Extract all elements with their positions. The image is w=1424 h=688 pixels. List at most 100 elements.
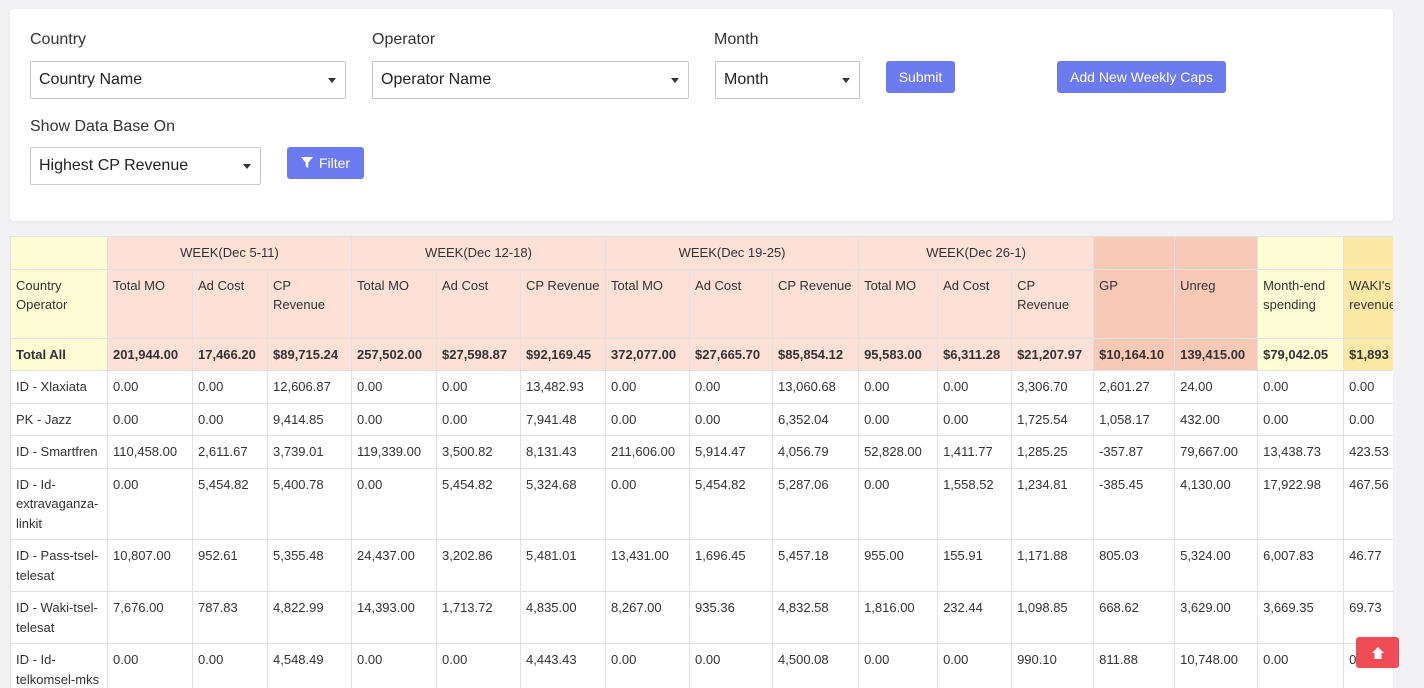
- col-header: CP Revenue: [267, 268, 352, 339]
- table-cell: 0.00: [605, 467, 691, 540]
- table-cell: 0.00: [1343, 402, 1393, 436]
- add-weekly-caps-button[interactable]: Add New Weekly Caps: [1057, 61, 1226, 93]
- col-header: Ad Cost: [689, 268, 774, 339]
- table-cell: 1,558.52: [937, 467, 1013, 540]
- table-cell: 4,822.99: [267, 591, 352, 644]
- spend-header-top: [1257, 236, 1345, 270]
- table-cell: 232.44: [937, 591, 1013, 644]
- table-cell: 5,324.68: [519, 467, 607, 540]
- total-cell: 17,466.20: [192, 337, 268, 371]
- row-label-cell: ID - Waki-tsel-telesat: [10, 591, 108, 644]
- table-cell: 1,285.25: [1011, 435, 1095, 469]
- table-cell: 1,696.45: [689, 539, 774, 592]
- show-data-select[interactable]: Highest CP Revenue: [30, 147, 261, 185]
- total-cell: 257,502.00: [351, 337, 437, 371]
- total-cell: Total All: [10, 337, 108, 371]
- table-row: ID - Xlaxiata 0.00 0.00 12,606.87 0.00 0.00 13…: [10, 370, 1393, 404]
- table-cell: 4,548.49: [267, 643, 352, 688]
- table-cell: 8,267.00: [605, 591, 691, 644]
- operator-select[interactable]: Operator Name: [372, 61, 689, 99]
- table-cell: 0.00: [689, 643, 774, 688]
- country-select-value: Country Name: [39, 71, 143, 88]
- total-cell: 201,944.00: [107, 337, 193, 371]
- table-cell: 13,060.68: [772, 370, 860, 404]
- table-cell: 668.62: [1093, 591, 1176, 644]
- submit-button[interactable]: Submit: [886, 61, 955, 93]
- table-cell: 990.10: [1011, 643, 1095, 688]
- table-cell: 0.00: [689, 370, 774, 404]
- week-header-2: WEEK(Dec 12-18): [350, 236, 607, 270]
- table-cell: 0.00: [1257, 370, 1345, 404]
- col-header: Ad Cost: [192, 268, 268, 339]
- table-cell: 0.00: [605, 643, 691, 688]
- scroll-to-top-button[interactable]: [1356, 637, 1399, 668]
- month-select[interactable]: Month: [715, 61, 860, 99]
- table-cell: 4,130.00: [1174, 467, 1259, 540]
- table-cell: 7,941.48: [519, 402, 607, 436]
- month-select-value: Month: [724, 71, 769, 88]
- table-row: ID - Id-extravaganza-linkit 0.00 5,454.82 5…: [10, 467, 1393, 540]
- col-header: CP Revenue: [772, 268, 860, 339]
- unreg-header-top: [1174, 236, 1259, 270]
- table-body: ID - Xlaxiata 0.00 0.00 12,606.87 0.00 0.00 13…: [10, 370, 1393, 688]
- row-label-cell: ID - Id-extravaganza-linkit: [10, 467, 108, 540]
- country-label: Country: [30, 31, 87, 48]
- table-cell: 3,739.01: [267, 435, 352, 469]
- row-label-cell: ID - Xlaxiata: [10, 370, 108, 404]
- table-cell: 0.00: [436, 370, 521, 404]
- table-cell: 5,454.82: [689, 467, 774, 540]
- table-cell: 0.00: [937, 402, 1013, 436]
- table-cell: 0.00: [1257, 643, 1345, 688]
- table-row: ID - Waki-tsel-telesat 7,676.00 787.83 4,82…: [10, 591, 1393, 644]
- table-cell: 1,816.00: [858, 591, 939, 644]
- table-cell: 1,171.88: [1011, 539, 1095, 592]
- table-cell: 0.00: [858, 370, 939, 404]
- total-cell: $1,893: [1343, 337, 1393, 371]
- table-cell: 3,500.82: [436, 435, 521, 469]
- table-cell: 5,355.48: [267, 539, 352, 592]
- operator-select-value: Operator Name: [381, 71, 492, 88]
- table-cell: 0.00: [1257, 402, 1345, 436]
- table-cell: 69.73: [1343, 591, 1393, 644]
- table-cell: 4,832.58: [772, 591, 860, 644]
- table-cell: 9,414.85: [267, 402, 352, 436]
- country-filter: Country: [30, 29, 86, 51]
- total-row: Total All 201,944.00 17,466.20 $89,715.2…: [10, 337, 1393, 371]
- table-cell: 1,725.54: [1011, 402, 1095, 436]
- table-cell: 0.00: [858, 467, 939, 540]
- table-cell: 5,287.06: [772, 467, 860, 540]
- table-cell: 155.91: [937, 539, 1013, 592]
- chevron-down-icon: [671, 78, 679, 83]
- col-header: Total MO: [351, 268, 437, 339]
- total-cell: 372,077.00: [605, 337, 691, 371]
- table-cell: 0.00: [192, 402, 268, 436]
- table-cell: 119,339.00: [351, 435, 437, 469]
- table-cell: -357.87: [1093, 435, 1176, 469]
- table-cell: 14,393.00: [351, 591, 437, 644]
- total-cell: $21,207.97: [1011, 337, 1095, 371]
- country-select[interactable]: Country Name: [30, 61, 346, 99]
- caps-table-container[interactable]: WEEK(Dec 5-11) WEEK(Dec 12-18) WEEK(Dec …: [10, 236, 1393, 688]
- table-cell: 787.83: [192, 591, 268, 644]
- table-cell: 5,400.78: [267, 467, 352, 540]
- table-cell: 24,437.00: [351, 539, 437, 592]
- month-end-spending-header: Month-end spending: [1257, 268, 1345, 339]
- table-cell: 1,411.77: [937, 435, 1013, 469]
- total-cell: $92,169.45: [519, 337, 607, 371]
- table-cell: -385.45: [1093, 467, 1176, 540]
- table-cell: 1,713.72: [436, 591, 521, 644]
- table-cell: 0.00: [107, 467, 193, 540]
- arrow-up-icon: [1371, 646, 1384, 659]
- row-label-cell: PK - Jazz: [10, 402, 108, 436]
- table-row: ID - Pass-tsel-telesat 10,807.00 952.61 5,3…: [10, 539, 1393, 592]
- col-header: Total MO: [107, 268, 193, 339]
- table-cell: 2,611.67: [192, 435, 268, 469]
- table-row: ID - Smartfren 110,458.00 2,611.67 3,739.01…: [10, 435, 1393, 469]
- table-cell: 7,676.00: [107, 591, 193, 644]
- table-cell: 0.00: [107, 643, 193, 688]
- column-header-row: Country Operator Total MO Ad Cost CP Rev…: [10, 268, 1393, 339]
- table-cell: 3,202.86: [436, 539, 521, 592]
- table-cell: 4,835.00: [519, 591, 607, 644]
- filter-button[interactable]: Filter: [287, 147, 364, 179]
- show-data-select-value: Highest CP Revenue: [39, 157, 189, 174]
